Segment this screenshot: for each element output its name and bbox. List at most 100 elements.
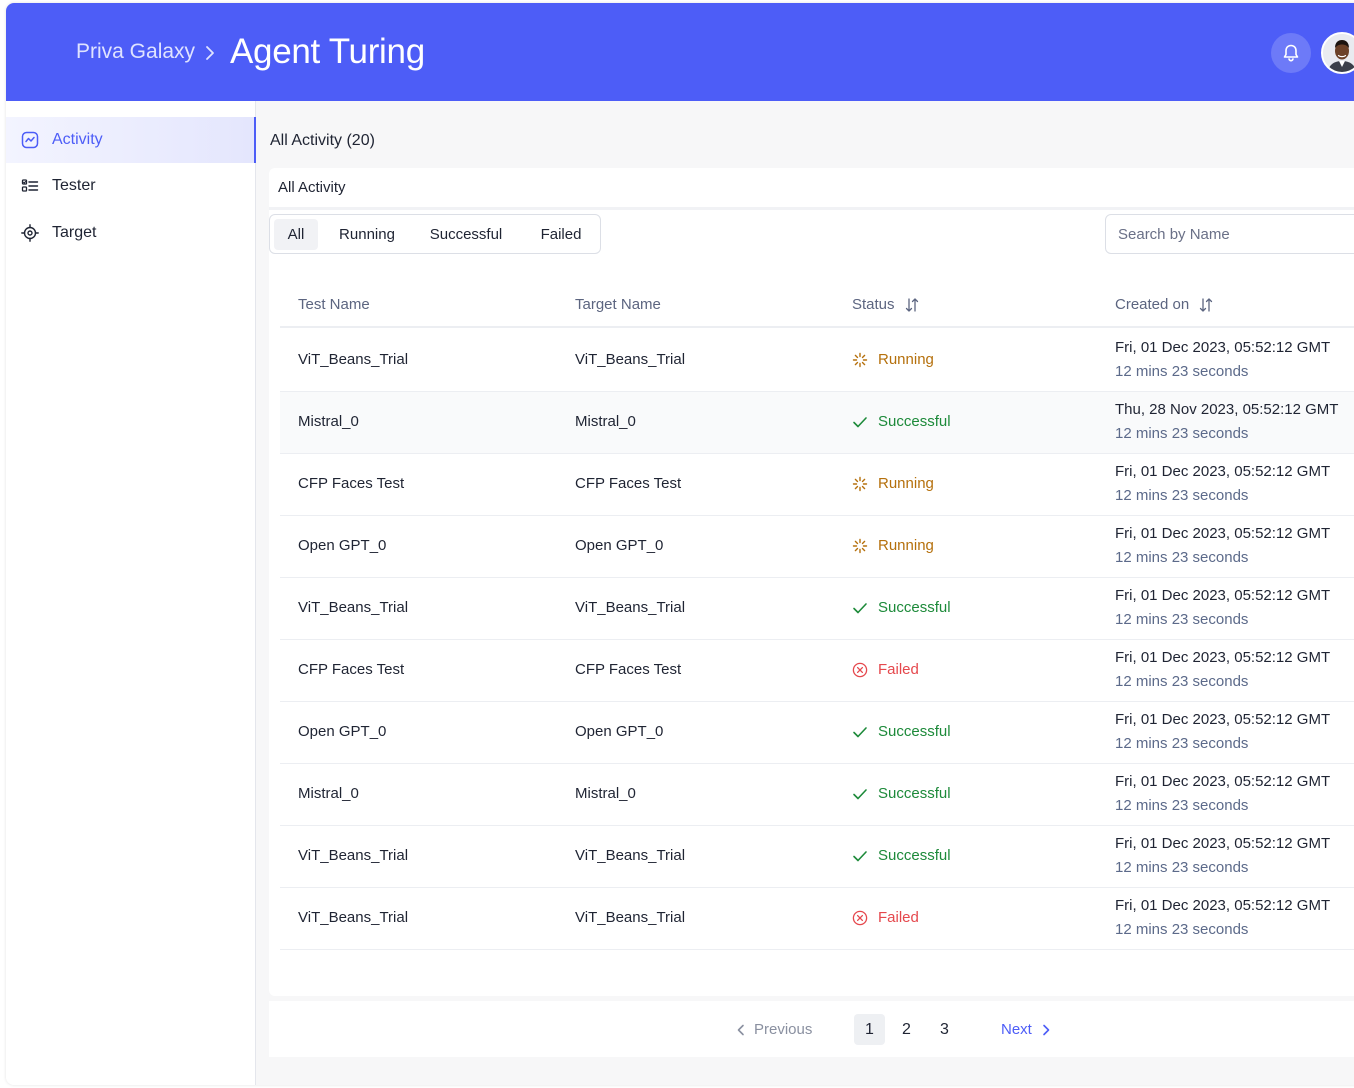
- filter-tab-failed[interactable]: Failed: [530, 219, 592, 250]
- sidebar: Activity Tester Target: [6, 101, 256, 1085]
- status-badge: Successful: [852, 599, 951, 616]
- column-header-created-on[interactable]: Created on: [1115, 296, 1214, 313]
- notifications-button[interactable]: [1271, 33, 1311, 73]
- created-date: Thu, 28 Nov 2023, 05:52:12 GMT: [1115, 401, 1339, 418]
- search-input[interactable]: [1118, 224, 1348, 244]
- test-name-cell: ViT_Beans_Trial: [298, 599, 409, 616]
- status-badge: Failed: [852, 661, 919, 678]
- table-header: Test Name Target Name Status Created on: [280, 284, 1354, 328]
- activity-card: All Activity All Running Successful Fail…: [269, 168, 1354, 996]
- breadcrumb-parent[interactable]: Priva Galaxy: [76, 40, 195, 64]
- table-row[interactable]: CFP Faces Test CFP Faces Test Running Fri, …: [280, 454, 1354, 516]
- page-title: Agent Turing: [230, 32, 425, 71]
- target-name-cell: Open GPT_0: [575, 537, 664, 554]
- column-header-status[interactable]: Status: [852, 296, 920, 313]
- created-date: Fri, 01 Dec 2023, 05:52:12 GMT: [1115, 897, 1331, 914]
- bell-icon: [1283, 44, 1299, 62]
- previous-label: Previous: [754, 1021, 813, 1038]
- created-relative-time: 12 mins 23 seconds: [1115, 735, 1249, 752]
- table-row[interactable]: Open GPT_0 Open GPT_0 Running Fri, 01 Dec 2…: [280, 516, 1354, 578]
- sort-icon[interactable]: [1198, 297, 1214, 313]
- target-name-cell: CFP Faces Test: [575, 661, 682, 678]
- created-date: Fri, 01 Dec 2023, 05:52:12 GMT: [1115, 649, 1331, 666]
- app-window: Priva Galaxy Agent Turing Activity Teste…: [6, 3, 1354, 1085]
- running-spinner-icon: [852, 476, 868, 491]
- created-relative-time: 12 mins 23 seconds: [1115, 611, 1249, 628]
- test-name-cell: ViT_Beans_Trial: [298, 351, 409, 368]
- chevron-left-icon: [737, 1024, 744, 1035]
- table-row[interactable]: Open GPT_0 Open GPT_0 Successful Fri, 01 De…: [280, 702, 1354, 764]
- test-name-cell: CFP Faces Test: [298, 661, 405, 678]
- x-circle-icon: [852, 662, 868, 677]
- column-label: Created on: [1115, 296, 1190, 313]
- status-filter-tabs: All Running Successful Failed: [269, 214, 601, 254]
- status-label: Successful: [878, 785, 951, 802]
- page-number-2[interactable]: 2: [891, 1014, 922, 1045]
- sidebar-item-tester[interactable]: Tester: [6, 163, 256, 209]
- target-name-cell: Mistral_0: [575, 785, 636, 802]
- table-row[interactable]: Mistral_0 Mistral_0 Successful Fri, 01 Dec …: [280, 764, 1354, 826]
- status-badge: Failed: [852, 909, 919, 926]
- target-name-cell: ViT_Beans_Trial: [575, 599, 686, 616]
- status-label: Running: [878, 351, 934, 368]
- sidebar-item-label: Activity: [52, 131, 103, 148]
- pagination: Previous 1 2 3 Next: [269, 1001, 1354, 1057]
- test-name-cell: Open GPT_0: [298, 537, 387, 554]
- checklist-icon: [21, 179, 39, 192]
- status-label: Running: [878, 537, 934, 554]
- target-name-cell: ViT_Beans_Trial: [575, 847, 686, 864]
- filter-tab-successful[interactable]: Successful: [418, 219, 514, 250]
- test-name-cell: Mistral_0: [298, 413, 359, 430]
- status-label: Successful: [878, 723, 951, 740]
- filter-tab-running[interactable]: Running: [326, 219, 408, 250]
- filter-tab-all[interactable]: All: [274, 219, 318, 250]
- next-label: Next: [1001, 1021, 1032, 1038]
- column-header-test-name: Test Name: [298, 296, 370, 313]
- card-title: All Activity: [278, 179, 346, 196]
- status-badge: Successful: [852, 723, 951, 740]
- chevron-right-icon: [206, 46, 214, 60]
- created-relative-time: 12 mins 23 seconds: [1115, 859, 1249, 876]
- created-date: Fri, 01 Dec 2023, 05:52:12 GMT: [1115, 339, 1331, 356]
- created-relative-time: 12 mins 23 seconds: [1115, 921, 1249, 938]
- x-circle-icon: [852, 910, 868, 925]
- status-label: Failed: [878, 661, 919, 678]
- table-row[interactable]: ViT_Beans_Trial ViT_Beans_Trial Successful…: [280, 826, 1354, 888]
- status-badge: Running: [852, 475, 934, 492]
- status-badge: Successful: [852, 847, 951, 864]
- sort-icon[interactable]: [904, 297, 920, 313]
- created-relative-time: 12 mins 23 seconds: [1115, 487, 1249, 504]
- table-row[interactable]: ViT_Beans_Trial ViT_Beans_Trial Failed Fri,…: [280, 888, 1354, 950]
- table-row[interactable]: ViT_Beans_Trial ViT_Beans_Trial Running Fri…: [280, 330, 1354, 392]
- sidebar-item-label: Target: [52, 224, 97, 241]
- created-date: Fri, 01 Dec 2023, 05:52:12 GMT: [1115, 525, 1331, 542]
- created-date: Fri, 01 Dec 2023, 05:52:12 GMT: [1115, 835, 1331, 852]
- target-icon: [21, 224, 39, 242]
- column-label: Target Name: [575, 296, 661, 313]
- table-row[interactable]: ViT_Beans_Trial ViT_Beans_Trial Successful…: [280, 578, 1354, 640]
- status-badge: Successful: [852, 413, 951, 430]
- status-label: Running: [878, 475, 934, 492]
- status-badge: Running: [852, 537, 934, 554]
- page-number-3[interactable]: 3: [929, 1014, 960, 1045]
- target-name-cell: CFP Faces Test: [575, 475, 682, 492]
- sidebar-item-activity[interactable]: Activity: [6, 117, 256, 163]
- page-number-1[interactable]: 1: [854, 1014, 885, 1045]
- next-page-button[interactable]: Next: [1001, 1021, 1053, 1038]
- previous-page-button[interactable]: Previous: [734, 1021, 812, 1038]
- user-avatar-icon: [1323, 34, 1354, 72]
- table-row[interactable]: CFP Faces Test CFP Faces Test Failed Fri, 0…: [280, 640, 1354, 702]
- avatar[interactable]: [1321, 32, 1354, 74]
- running-spinner-icon: [852, 352, 868, 367]
- created-relative-time: 12 mins 23 seconds: [1115, 797, 1249, 814]
- column-label: Status: [852, 296, 895, 313]
- test-name-cell: Open GPT_0: [298, 723, 387, 740]
- sidebar-item-target[interactable]: Target: [6, 210, 256, 256]
- table-row[interactable]: Mistral_0 Mistral_0 Successful Thu, 28 Nov …: [280, 392, 1354, 454]
- target-name-cell: ViT_Beans_Trial: [575, 351, 686, 368]
- target-name-cell: ViT_Beans_Trial: [575, 909, 686, 926]
- divider: [269, 207, 1354, 210]
- test-name-cell: ViT_Beans_Trial: [298, 909, 409, 926]
- status-label: Successful: [878, 413, 951, 430]
- check-icon: [853, 416, 867, 427]
